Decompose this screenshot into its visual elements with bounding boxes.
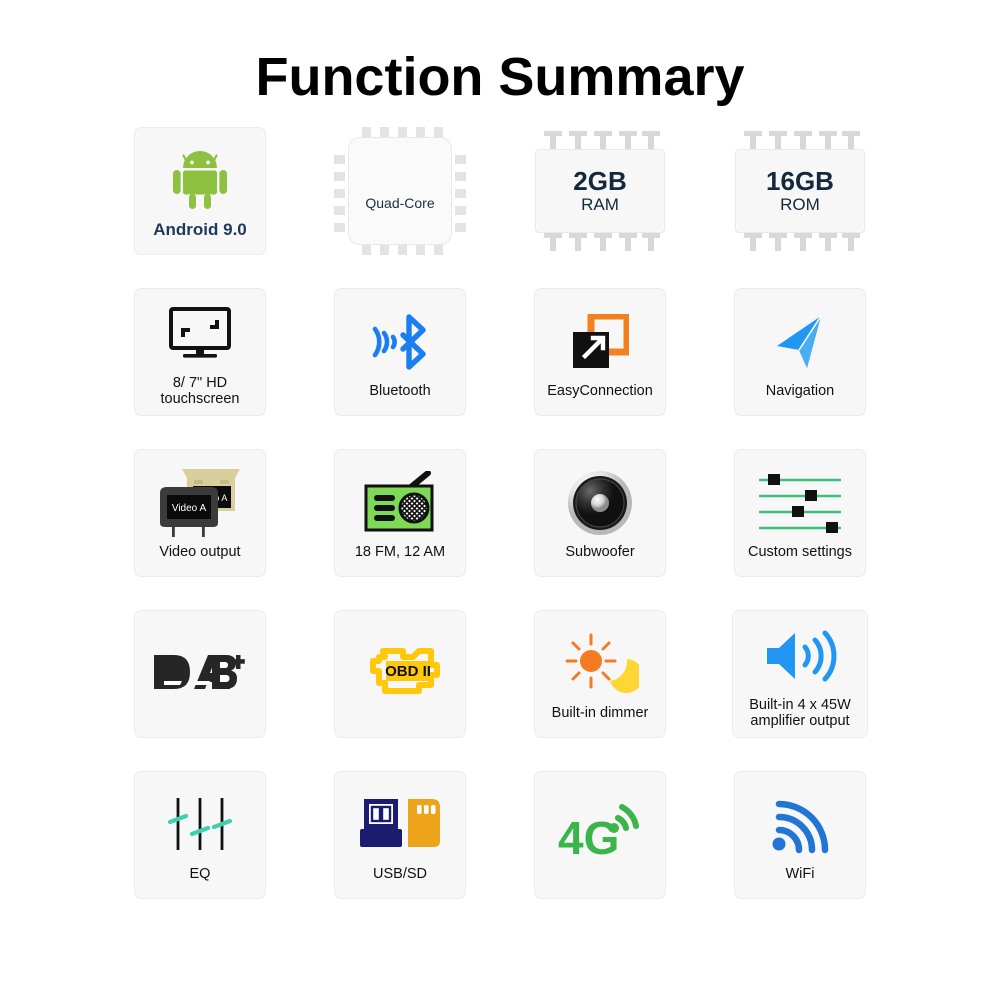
sun-moon-icon: [561, 627, 639, 701]
feature-cell-easyconnection: EasyConnection: [500, 288, 700, 449]
feature-cell-rom: 16GB ROM: [700, 127, 900, 288]
feature-label-android: Android 9.0: [153, 219, 247, 239]
feature-label-wifi: WiFi: [785, 866, 815, 883]
feature-cell-obd: OBD II: [300, 610, 500, 771]
feature-label-amplifier: Built-in 4 x 45W amplifier output: [749, 697, 851, 730]
feature-label-rom-kind: ROM: [780, 194, 820, 214]
bluetooth-icon: [367, 305, 433, 379]
speaker-waves-icon: [763, 619, 837, 693]
feature-cell-4g: 4G: [500, 771, 700, 932]
cpu-chip-icon: Quad-Core: [348, 137, 452, 246]
four-g-badge-text: 4G: [558, 812, 619, 864]
feature-card-touchscreen[interactable]: 8/ 7" HD touchscreen: [134, 288, 266, 417]
feature-card-subwoofer[interactable]: Subwoofer: [534, 449, 666, 578]
feature-label-bluetooth: Bluetooth: [369, 383, 431, 400]
feature-card-usb-sd[interactable]: USB/SD: [334, 771, 466, 900]
easyconnection-icon: [571, 305, 629, 379]
feature-cell-touchscreen: 8/ 7" HD touchscreen: [100, 288, 300, 449]
feature-label-video-output: Video output: [159, 544, 241, 561]
feature-label-radio: 18 FM, 12 AM: [354, 544, 446, 561]
feature-label-dimmer: Built-in dimmer: [551, 705, 649, 722]
radio-icon: [362, 466, 438, 540]
feature-card-eq[interactable]: EQ: [134, 771, 266, 900]
feature-card-android[interactable]: Android 9.0: [134, 127, 266, 256]
navigation-arrow-icon: [771, 305, 829, 379]
feature-cell-eq: EQ: [100, 771, 300, 932]
sliders-icon: [757, 466, 843, 540]
feature-cell-video-output: Video A Video A Video output: [100, 449, 300, 610]
feature-grid: Android 9.0 Quad-Core 2GB RAM 16GB ROM 8…: [100, 107, 900, 932]
speaker-cone-icon: [567, 466, 633, 540]
monitor-screen-icon: [167, 297, 233, 371]
feature-card-4g[interactable]: 4G: [534, 771, 666, 900]
feature-label-eq: EQ: [189, 866, 211, 883]
feature-cell-quad-core: Quad-Core: [300, 127, 500, 288]
feature-label-easyconnection: EasyConnection: [547, 383, 653, 400]
feature-label-subwoofer: Subwoofer: [565, 544, 635, 561]
feature-label-custom-settings: Custom settings: [748, 544, 852, 561]
four-g-signal-icon: 4G: [554, 772, 646, 894]
dab-plus-logo-icon: [152, 611, 248, 733]
feature-card-amplifier[interactable]: Built-in 4 x 45W amplifier output: [732, 610, 868, 739]
feature-card-custom-settings[interactable]: Custom settings: [734, 449, 866, 578]
feature-card-ram[interactable]: 2GB RAM: [530, 127, 670, 255]
obd-engine-text: OBD II: [385, 663, 431, 680]
feature-cell-wifi: WiFi: [700, 771, 900, 932]
feature-value-rom-size: 16GB: [766, 165, 834, 196]
feature-cell-bluetooth: Bluetooth: [300, 288, 500, 449]
feature-card-wifi[interactable]: WiFi: [734, 771, 866, 900]
feature-card-navigation[interactable]: Navigation: [734, 288, 866, 417]
feature-label-touchscreen: 8/ 7" HD touchscreen: [160, 375, 240, 408]
feature-cell-dimmer: Built-in dimmer: [500, 610, 700, 771]
obd-engine-icon: OBD II: [357, 611, 443, 733]
feature-cell-dab: [100, 610, 300, 771]
feature-cell-radio: 18 FM, 12 AM: [300, 449, 500, 610]
feature-label-navigation: Navigation: [765, 383, 835, 400]
feature-card-quad-core[interactable]: Quad-Core: [334, 127, 466, 256]
feature-card-obd[interactable]: OBD II: [334, 610, 466, 739]
feature-cell-android: Android 9.0: [100, 127, 300, 288]
usb-sd-icon: [358, 788, 442, 862]
feature-card-easyconnection[interactable]: EasyConnection: [534, 288, 666, 417]
feature-label-quad-core: Quad-Core: [365, 195, 435, 212]
feature-card-dimmer[interactable]: Built-in dimmer: [534, 610, 666, 739]
feature-value-ram-size: 2GB: [573, 165, 627, 196]
feature-card-radio[interactable]: 18 FM, 12 AM: [334, 449, 466, 578]
android-robot-icon: [170, 144, 230, 218]
video-monitors-icon: Video A Video A: [154, 466, 246, 540]
page-title: Function Summary: [255, 47, 745, 107]
feature-cell-amplifier: Built-in 4 x 45W amplifier output: [700, 610, 900, 771]
feature-cell-ram: 2GB RAM: [500, 127, 700, 288]
feature-card-dab[interactable]: [134, 610, 266, 739]
feature-cell-usb-sd: USB/SD: [300, 771, 500, 932]
feature-card-rom[interactable]: 16GB ROM: [730, 127, 870, 255]
wifi-icon: [769, 788, 831, 862]
feature-cell-navigation: Navigation: [700, 288, 900, 449]
video-screen-text-headrest: Video A: [172, 503, 207, 514]
feature-label-ram-kind: RAM: [581, 194, 619, 214]
feature-card-bluetooth[interactable]: Bluetooth: [334, 288, 466, 417]
feature-label-usb-sd: USB/SD: [373, 866, 427, 883]
feature-card-video-output[interactable]: Video A Video A Video output: [134, 449, 266, 578]
feature-cell-custom-settings: Custom settings: [700, 449, 900, 610]
equalizer-icon: [166, 788, 234, 862]
feature-cell-subwoofer: Subwoofer: [500, 449, 700, 610]
